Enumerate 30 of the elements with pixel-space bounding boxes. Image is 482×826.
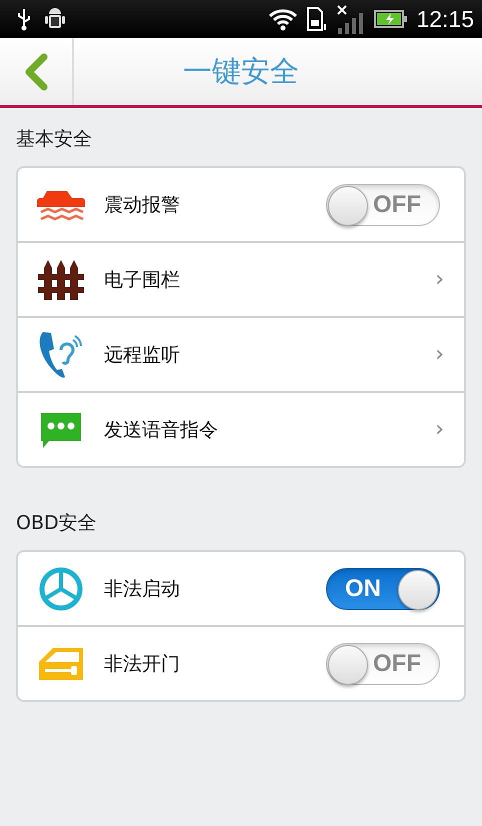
row-label: 发送语音指令	[104, 418, 219, 442]
row-label: 非法开门	[104, 652, 181, 676]
toggle-switch[interactable]: ON	[326, 568, 440, 610]
settings-row[interactable]: 发送语音指令 ›	[18, 391, 464, 466]
car-door-icon	[37, 646, 85, 682]
settings-row[interactable]: 非法启动 ON	[18, 552, 464, 625]
section-heading: 基本安全	[16, 127, 93, 152]
usb-icon	[16, 7, 32, 31]
clock: 12:15	[416, 6, 474, 32]
page-title: 一键安全	[182, 52, 300, 90]
battery-icon	[374, 9, 408, 29]
settings-row[interactable]: 电子围栏 ›	[18, 241, 464, 316]
sim-card-icon	[306, 6, 328, 32]
row-label: 非法启动	[104, 576, 181, 602]
fence-icon	[38, 260, 84, 300]
section-heading: OBD安全	[16, 511, 98, 536]
row-label: 震动报警	[104, 192, 181, 218]
steering-wheel-icon	[38, 566, 84, 612]
chevron-icon: ›	[435, 342, 444, 367]
chat-bubble-icon	[39, 410, 83, 448]
back-icon	[23, 52, 49, 92]
chevron-icon: ›	[435, 417, 444, 442]
phone-ear-icon	[37, 330, 85, 380]
row-label: 远程监听	[104, 342, 181, 368]
wifi-icon	[268, 7, 298, 31]
chevron-icon: ›	[435, 267, 444, 292]
settings-row[interactable]: 震动报警 OFF	[18, 168, 464, 241]
settings-row[interactable]: 远程监听 ›	[18, 316, 464, 391]
row-label: 电子围栏	[104, 268, 181, 292]
settings-row[interactable]: 非法开门 OFF	[18, 625, 464, 700]
